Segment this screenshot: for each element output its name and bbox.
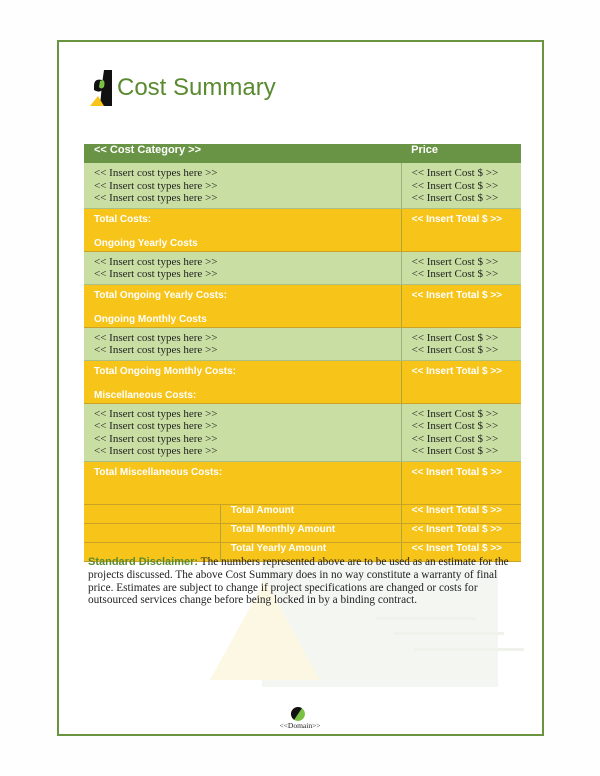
table-header-row: << Cost Category >> Price [84,144,521,163]
document-title: Cost Summary [117,74,276,101]
cost-price-item: << Insert Cost $ >> [411,192,499,204]
cost-price-item: << Insert Cost $ >> [411,432,499,445]
summary-label: Total Amount [220,504,402,524]
cost-price-item: << Insert Cost $ >> [411,407,499,420]
cost-type-item: << Insert cost types here >> [94,268,218,280]
section-total-label-cell: Total Costs: Ongoing Yearly Costs [84,208,402,252]
cost-type-item: << Insert cost types here >> [94,167,218,179]
summary-value: << Insert Total $ >> [401,504,521,524]
summary-label: Total Monthly Amount [220,523,402,543]
header-price: Price [401,144,521,163]
section-total-label-cell: Total Miscellaneous Costs: [84,461,402,505]
section-total-label: Total Costs: [94,213,152,225]
cost-prices-cell: << Insert Cost $ >> << Insert Cost $ >> [401,251,521,285]
header-cost-category: << Cost Category >> [84,144,402,163]
cost-items-row: << Insert cost types here >> << Insert co… [84,163,521,209]
cost-items-row: << Insert cost types here >> << Insert co… [84,251,521,285]
summary-row: Total Monthly Amount << Insert Total $ >> [84,523,521,543]
cost-price-item: << Insert Cost $ >> [411,179,499,192]
section-total-value: << Insert Total $ >> [401,461,521,505]
cost-prices-cell: << Insert Cost $ >> << Insert Cost $ >> [401,327,521,361]
section-total-label: Total Miscellaneous Costs: [94,466,223,478]
company-logo-icon [90,70,112,106]
section-total-row: Total Ongoing Yearly Costs: Ongoing Month… [84,284,521,328]
cost-type-item: << Insert cost types here >> [94,407,218,420]
cost-type-item: << Insert cost types here >> [94,432,218,445]
cost-type-item: << Insert cost types here >> [94,192,218,204]
disclaimer-lead: Standard Disclaimer: [88,556,199,568]
cost-type-item: << Insert cost types here >> [94,331,218,344]
cost-price-item: << Insert Cost $ >> [411,331,499,344]
cost-items-row: << Insert cost types here >> << Insert co… [84,403,521,462]
cost-types-cell: << Insert cost types here >> << Insert co… [84,403,402,462]
cost-price-item: << Insert Cost $ >> [411,268,499,280]
cost-price-item: << Insert Cost $ >> [411,344,499,356]
cost-summary-table: << Cost Category >> Price << Insert cost… [84,144,521,562]
cost-price-item: << Insert Cost $ >> [411,445,499,457]
cost-types-cell: << Insert cost types here >> << Insert co… [84,163,402,209]
cost-types-cell: << Insert cost types here >> << Insert co… [84,251,402,285]
section-total-label: Total Ongoing Monthly Costs: [94,365,237,377]
cost-types-cell: << Insert cost types here >> << Insert co… [84,327,402,361]
section-total-row: Total Costs: Ongoing Yearly Costs << Inser… [84,208,521,252]
disclaimer: Standard Disclaimer: The numbers represe… [88,556,518,607]
summary-value: << Insert Total $ >> [401,523,521,543]
next-section-heading: Ongoing Monthly Costs [94,314,207,325]
cost-prices-cell: << Insert Cost $ >> << Insert Cost $ >> <<… [401,163,521,209]
summary-spacer-cell [84,523,221,543]
cost-type-item: << Insert cost types here >> [94,344,218,356]
section-total-value: << Insert Total $ >> [401,208,521,252]
section-total-value: << Insert Total $ >> [401,284,521,328]
cost-price-item: << Insert Cost $ >> [411,255,499,268]
cost-items-row: << Insert cost types here >> << Insert co… [84,327,521,361]
cost-type-item: << Insert cost types here >> [94,179,218,192]
section-total-label-cell: Total Ongoing Monthly Costs: Miscellaneou… [84,360,402,404]
next-section-heading [94,491,401,504]
next-section-heading: Ongoing Yearly Costs [94,238,198,249]
cost-type-item: << Insert cost types here >> [94,255,218,268]
section-total-row: Total Ongoing Monthly Costs: Miscellaneou… [84,360,521,404]
summary-row: Total Amount << Insert Total $ >> [84,504,521,524]
section-total-label: Total Ongoing Yearly Costs: [94,289,227,301]
section-total-row: Total Miscellaneous Costs: << Insert Tot… [84,461,521,505]
next-section-heading: Miscellaneous Costs: [94,390,197,401]
section-total-value: << Insert Total $ >> [401,360,521,404]
footer-domain: <<Domain>> [279,721,321,730]
cost-type-item: << Insert cost types here >> [94,420,218,432]
cost-prices-cell: << Insert Cost $ >> << Insert Cost $ >> <<… [401,403,521,462]
section-total-label-cell: Total Ongoing Yearly Costs: Ongoing Month… [84,284,402,328]
cost-price-item: << Insert Cost $ >> [411,167,499,179]
summary-spacer-cell [84,504,221,524]
cost-type-item: << Insert cost types here >> [94,445,218,457]
cost-price-item: << Insert Cost $ >> [411,420,499,432]
footer-logo-icon [291,707,305,721]
